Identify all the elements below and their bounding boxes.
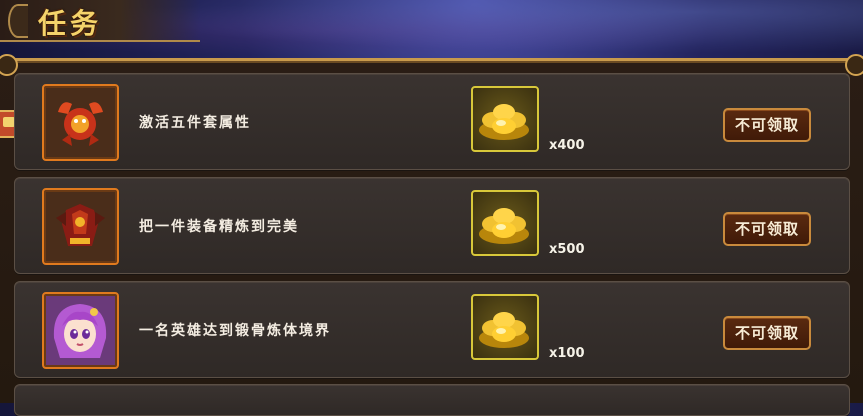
- task-row: 把一件装备精炼到完美 x500 不可领取: [14, 177, 850, 274]
- reward-count: x500: [549, 242, 585, 257]
- task-title: 一名英雄达到锻骨炼体境界: [139, 323, 331, 339]
- panel-corner-ornament: [845, 54, 863, 76]
- claim-button[interactable]: 不可领取: [723, 108, 811, 142]
- gold-ingot-icon[interactable]: [471, 86, 539, 152]
- title-banner-cap: [8, 4, 28, 38]
- page-title: 任务: [38, 7, 103, 40]
- claim-button[interactable]: 不可领取: [723, 316, 811, 350]
- claim-button[interactable]: 不可领取: [723, 212, 811, 246]
- armor-icon: [42, 188, 119, 265]
- reward-count: x100: [549, 346, 585, 361]
- gold-ingot-icon[interactable]: [471, 294, 539, 360]
- task-row: 一名英雄达到锻骨炼体境界 x100 不可领取: [14, 281, 850, 378]
- task-row: 激活五件套属性 x400 不可领取: [14, 73, 850, 170]
- task-title: 把一件装备精炼到完美: [139, 219, 299, 235]
- task-row: [14, 384, 850, 416]
- title-banner: 任务: [0, 0, 200, 42]
- crab-monster-icon: [42, 84, 119, 161]
- hero-portrait-icon: [42, 292, 119, 369]
- gold-ingot-icon[interactable]: [471, 190, 539, 256]
- task-title: 激活五件套属性: [139, 115, 251, 131]
- reward-count: x400: [549, 138, 585, 153]
